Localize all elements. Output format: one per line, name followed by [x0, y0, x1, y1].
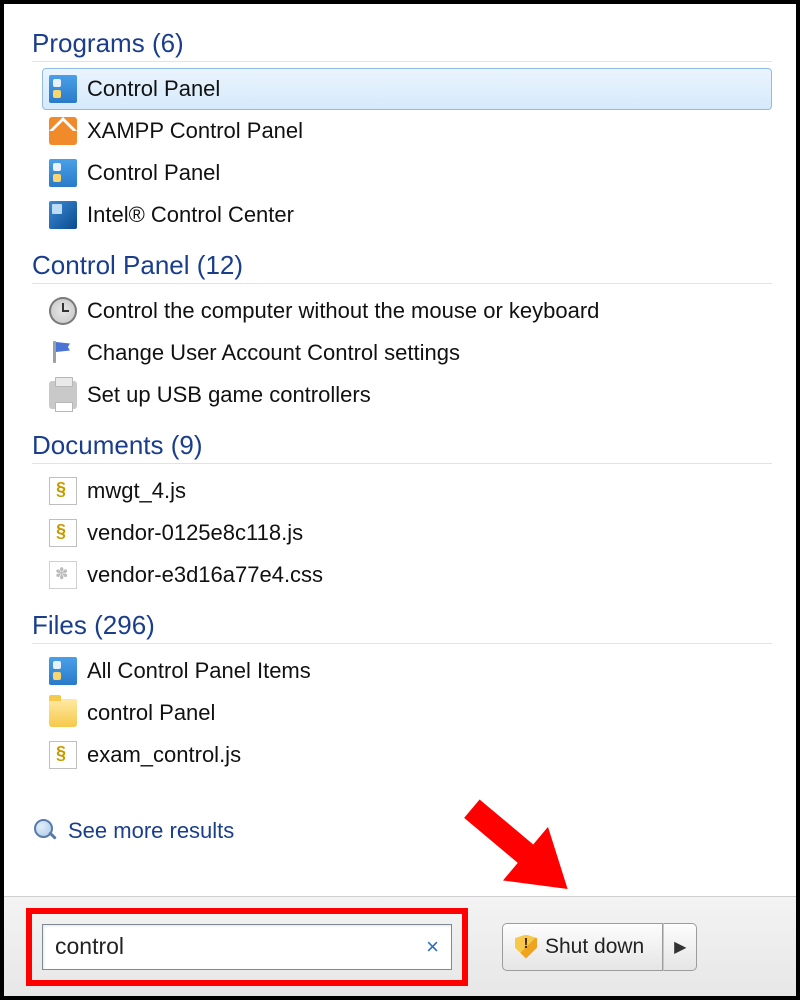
xampp-icon: [49, 117, 77, 145]
result-label: vendor-e3d16a77e4.css: [87, 562, 323, 588]
result-item[interactable]: vendor-e3d16a77e4.css: [42, 554, 772, 596]
control-panel-icon: [49, 657, 77, 685]
section-label: Programs: [32, 28, 145, 58]
control-panel-icon: [49, 75, 77, 103]
section-header-controlpanel: Control Panel (12): [32, 250, 772, 281]
result-item[interactable]: Set up USB game controllers: [42, 374, 772, 416]
shutdown-button[interactable]: Shut down: [502, 923, 663, 971]
annotation-highlight-box: ×: [26, 908, 468, 986]
section-label: Documents: [32, 430, 164, 460]
result-item[interactable]: All Control Panel Items: [42, 650, 772, 692]
result-label: Control Panel: [87, 160, 220, 186]
intel-icon: [49, 201, 77, 229]
uac-shield-icon: [515, 935, 537, 959]
search-icon: [34, 819, 58, 843]
chevron-right-icon: ▶: [674, 937, 686, 957]
section-label: Control Panel: [32, 250, 190, 280]
result-item[interactable]: Change User Account Control settings: [42, 332, 772, 374]
result-label: Control Panel: [87, 76, 220, 102]
game-controllers-icon: [49, 381, 77, 409]
clear-search-icon[interactable]: ×: [424, 936, 441, 958]
section-header-programs: Programs (6): [32, 28, 772, 59]
result-item[interactable]: mwgt_4.js: [42, 470, 772, 512]
divider: [32, 643, 772, 644]
see-more-results-link[interactable]: See more results: [68, 818, 234, 844]
divider: [32, 283, 772, 284]
shutdown-label: Shut down: [545, 935, 644, 959]
js-file-icon: [49, 741, 77, 769]
section-count: (6): [152, 28, 184, 58]
result-item[interactable]: XAMPP Control Panel: [42, 110, 772, 152]
divider: [32, 463, 772, 464]
result-item[interactable]: Control the computer without the mouse o…: [42, 290, 772, 332]
js-file-icon: [49, 519, 77, 547]
result-label: Change User Account Control settings: [87, 340, 460, 366]
result-label: control Panel: [87, 700, 215, 726]
result-item[interactable]: exam_control.js: [42, 734, 772, 776]
result-label: Control the computer without the mouse o…: [87, 298, 599, 324]
js-file-icon: [49, 477, 77, 505]
section-count: (12): [197, 250, 243, 280]
search-input[interactable]: [53, 932, 424, 961]
folder-icon: [49, 699, 77, 727]
start-menu-footer: × Shut down ▶: [4, 896, 796, 996]
search-box[interactable]: ×: [42, 924, 452, 970]
files-list: All Control Panel Items control Panel ex…: [32, 650, 772, 776]
result-item[interactable]: vendor-0125e8c118.js: [42, 512, 772, 554]
search-results: Programs (6) Control Panel XAMPP Control…: [4, 4, 796, 896]
result-label: XAMPP Control Panel: [87, 118, 303, 144]
start-menu-search-panel: Programs (6) Control Panel XAMPP Control…: [0, 0, 800, 1000]
result-item[interactable]: Control Panel: [42, 152, 772, 194]
shutdown-menu-arrow[interactable]: ▶: [663, 923, 697, 971]
result-label: Intel® Control Center: [87, 202, 294, 228]
documents-list: mwgt_4.js vendor-0125e8c118.js vendor-e3…: [32, 470, 772, 596]
result-label: All Control Panel Items: [87, 658, 311, 684]
programs-list: Control Panel XAMPP Control Panel Contro…: [32, 68, 772, 236]
section-count: (9): [171, 430, 203, 460]
result-label: Set up USB game controllers: [87, 382, 371, 408]
shutdown-split-button: Shut down ▶: [502, 923, 697, 971]
section-header-files: Files (296): [32, 610, 772, 641]
section-label: Files: [32, 610, 87, 640]
result-item[interactable]: Control Panel: [42, 68, 772, 110]
ease-of-access-icon: [49, 297, 77, 325]
section-header-documents: Documents (9): [32, 430, 772, 461]
result-item[interactable]: Intel® Control Center: [42, 194, 772, 236]
uac-flag-icon: [49, 339, 77, 367]
result-label: exam_control.js: [87, 742, 241, 768]
divider: [32, 61, 772, 62]
result-label: vendor-0125e8c118.js: [87, 520, 303, 546]
result-item[interactable]: control Panel: [42, 692, 772, 734]
result-label: mwgt_4.js: [87, 478, 186, 504]
controlpanel-list: Control the computer without the mouse o…: [32, 290, 772, 416]
css-file-icon: [49, 561, 77, 589]
control-panel-icon: [49, 159, 77, 187]
section-count: (296): [94, 610, 155, 640]
see-more-row[interactable]: See more results: [34, 818, 772, 844]
